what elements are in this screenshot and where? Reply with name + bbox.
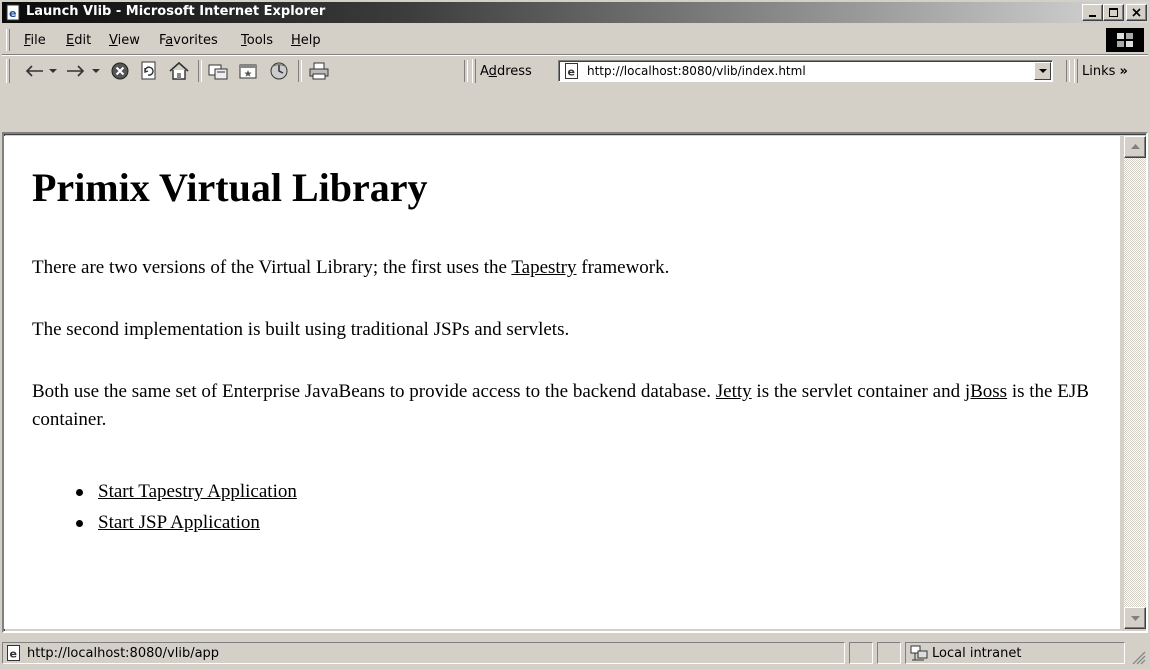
menu-grip [6,29,10,51]
chevron-down-icon [1038,69,1047,73]
toolbar-separator [464,60,468,82]
close-icon [1131,7,1141,17]
jboss-link[interactable]: jBoss [965,381,1007,402]
status-main-panel: e http://localhost:8080/vlib/app [2,642,845,664]
search-icon [208,64,228,80]
stop-button[interactable] [108,60,132,82]
toolbar-separator [198,60,202,82]
refresh-icon [141,61,156,80]
forward-icon [67,65,85,77]
chevron-down-icon [1130,616,1140,621]
svg-text:e: e [568,66,575,79]
page-heading: Primix Virtual Library [32,165,428,210]
minimize-button[interactable] [1082,4,1103,21]
print-icon [309,62,329,80]
resize-grip-icon[interactable] [1130,649,1146,665]
svg-text:e: e [10,648,17,661]
history-button[interactable] [266,60,292,82]
maximize-button[interactable] [1103,4,1124,21]
menu-view[interactable]: View [109,33,140,48]
home-icon [169,61,189,80]
address-label: Address [480,64,532,79]
dropdown-arrow-icon [92,69,100,73]
status-url: http://localhost:8080/vlib/app [27,646,220,661]
favorites-icon [239,64,257,79]
windows-logo-icon [1117,33,1133,47]
ie-page-icon: e [565,63,578,79]
history-icon [270,62,288,80]
back-dropdown[interactable] [46,60,60,82]
dropdown-arrow-icon [49,69,57,73]
status-zone-panel: Local intranet [905,642,1125,664]
address-dropdown-button[interactable] [1034,62,1051,80]
ie-page-icon: e [6,4,20,21]
ie-page-icon: e [7,645,20,661]
intranet-icon [910,645,928,661]
tapestry-link[interactable]: Tapestry [511,257,576,278]
window-title: Launch Vlib - Microsoft Internet Explore… [26,4,326,19]
standard-toolbar: Address e Links » [2,56,1148,86]
back-icon [25,65,43,77]
start-tapestry-link[interactable]: Start Tapestry Application [98,481,297,502]
close-button[interactable] [1126,4,1147,21]
address-grip [472,59,476,83]
start-jsp-link[interactable]: Start JSP Application [98,512,260,533]
back-button[interactable] [22,60,46,82]
menu-help[interactable]: Help [291,33,321,48]
status-progress-panel [849,642,873,664]
menu-edit[interactable]: Edit [66,33,91,48]
refresh-button[interactable] [137,60,161,82]
links-grip [1074,59,1078,83]
home-button[interactable] [166,60,192,82]
list-item: Start JSP Application [76,507,297,538]
vertical-scrollbar[interactable] [1124,136,1146,629]
address-bar[interactable]: e [558,60,1053,82]
print-button[interactable] [306,60,332,82]
throbber [1106,28,1144,52]
paragraph-ejb: Both use the same set of Enterprise Java… [32,381,1089,430]
links-button[interactable]: Links » [1082,64,1128,79]
page-content: Primix Virtual Library There are two ver… [4,136,1120,629]
forward-button[interactable] [64,60,88,82]
address-input[interactable] [587,63,1017,79]
paragraph-versions: There are two versions of the Virtual Li… [32,257,670,278]
status-security-panel [877,642,901,664]
jetty-link[interactable]: Jetty [716,381,752,402]
chevron-right-icon: » [1119,64,1128,79]
status-zone: Local intranet [932,646,1022,661]
menu-tools[interactable]: Tools [241,33,273,48]
application-links-list: Start Tapestry Application Start JSP App… [32,476,297,538]
paragraph-implementation: The second implementation is built using… [32,319,570,340]
maximize-icon [1108,7,1118,17]
status-bar: e http://localhost:8080/vlib/app Local i… [2,639,1148,667]
scroll-down-button[interactable] [1124,607,1146,629]
menu-favorites[interactable]: Favorites [159,33,218,48]
stop-icon [111,62,129,80]
list-item: Start Tapestry Application [76,476,297,507]
svg-text:e: e [9,7,16,20]
minimize-icon [1088,14,1096,17]
search-button[interactable] [206,60,232,82]
scroll-up-button[interactable] [1124,136,1146,158]
forward-dropdown[interactable] [89,60,103,82]
toolbar-grip [6,59,10,83]
browser-window: e Launch Vlib - Microsoft Internet Explo… [0,0,1150,669]
menu-bar: File Edit View Favorites Tools Help [2,27,1148,53]
favorites-button[interactable] [236,60,262,82]
chevron-up-icon [1130,144,1140,149]
toolbar-separator [1066,60,1070,82]
toolbar-separator [298,60,302,82]
title-bar: e Launch Vlib - Microsoft Internet Explo… [2,2,1148,23]
menu-file[interactable]: File [24,33,46,48]
